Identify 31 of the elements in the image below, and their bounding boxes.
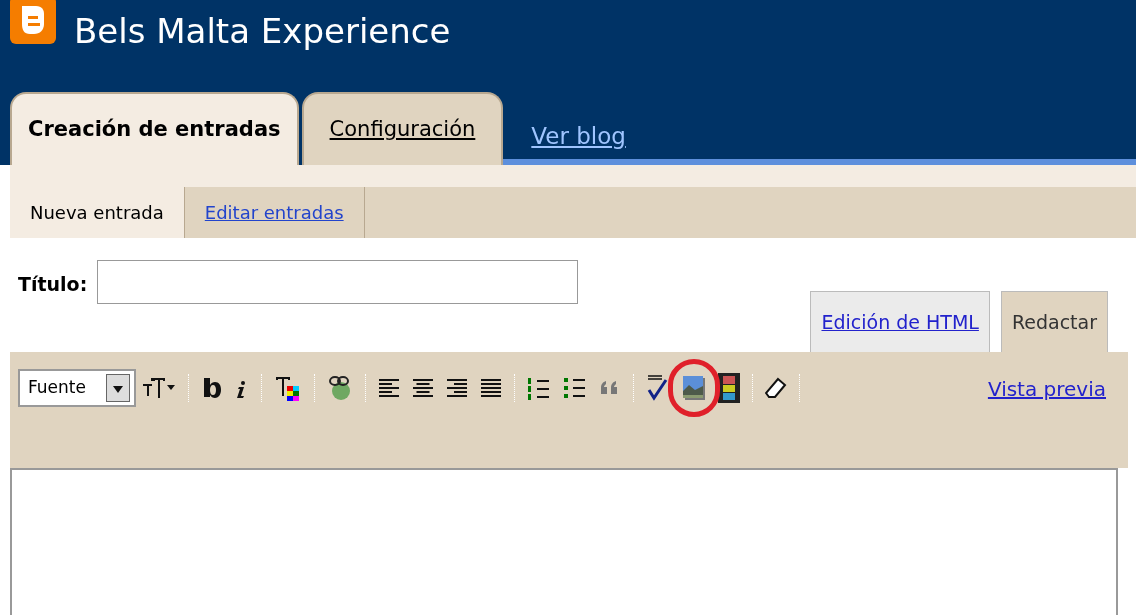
- editor-mode-tab[interactable]: Redactar: [1000, 291, 1108, 352]
- film-strip-icon-button[interactable]: [718, 373, 740, 403]
- justify-icon-button[interactable]: [480, 377, 502, 399]
- align-center-icon-button[interactable]: [412, 377, 434, 399]
- text-color-icon: [274, 374, 302, 402]
- align-right-icon-button[interactable]: [446, 377, 468, 399]
- globe-link-icon-button[interactable]: [327, 373, 353, 403]
- main-tab[interactable]: Configuración: [301, 92, 504, 165]
- editor-mode-tab[interactable]: Edición de HTML: [810, 291, 990, 352]
- align-center-icon: [412, 377, 434, 399]
- eraser-icon: [765, 377, 787, 399]
- text-color-icon-button[interactable]: [274, 374, 302, 402]
- font-select[interactable]: Fuente: [18, 369, 136, 407]
- align-right-icon: [446, 377, 468, 399]
- eraser-icon-button[interactable]: [765, 377, 787, 399]
- title-label: Título:: [18, 272, 88, 297]
- align-left-icon: [378, 377, 400, 399]
- globe-link-icon: [327, 373, 353, 403]
- justify-icon: [480, 377, 502, 399]
- spellcheck-icon-button[interactable]: [646, 373, 670, 403]
- subtab[interactable]: Nueva entrada: [10, 187, 185, 238]
- preview-link[interactable]: Vista previa: [987, 374, 1106, 404]
- title-input[interactable]: [97, 260, 579, 304]
- view-blog-link[interactable]: Ver blog: [531, 118, 626, 153]
- blog-title: Bels Malta Experience: [74, 14, 451, 48]
- image-icon: [682, 375, 706, 401]
- main-tab[interactable]: Creación de entradas: [10, 92, 299, 165]
- blogger-logo-icon: [10, 0, 56, 44]
- align-left-icon-button[interactable]: [378, 377, 400, 399]
- spellcheck-icon: [646, 373, 670, 403]
- film-strip-icon: [718, 373, 740, 403]
